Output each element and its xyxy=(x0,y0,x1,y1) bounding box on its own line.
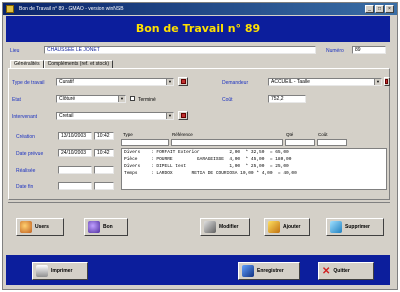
bon-button[interactable]: Bon xyxy=(84,218,128,236)
intervenant-value: Cretail xyxy=(59,113,74,119)
creation-date-field[interactable]: 13/10/2003 xyxy=(58,132,92,140)
quitter-button-label: Quitter xyxy=(333,268,350,274)
intervenant-lookup-button[interactable] xyxy=(178,111,188,120)
realisee-time-field[interactable] xyxy=(94,166,114,174)
users-button[interactable]: Users xyxy=(16,218,64,236)
column-header-reference: Référence xyxy=(172,132,193,137)
fin-time-field[interactable] xyxy=(94,182,114,190)
app-icon xyxy=(6,5,14,13)
lieu-field[interactable]: CHAUSSEE LE JONET xyxy=(44,46,316,54)
fin-label: Date fin xyxy=(16,184,34,190)
window-controls: _ □ × xyxy=(365,5,394,13)
table-row[interactable]: Pièce : POURRE GARAGEISSE 4,00 * 45,00 =… xyxy=(122,156,386,163)
lookup-icon xyxy=(181,79,186,84)
lookup-icon xyxy=(385,79,388,84)
table-row[interactable]: Divers : DIPELL test 1,00 * 25,00 = 25,0… xyxy=(122,163,386,170)
numero-label: Numéro xyxy=(326,48,344,54)
bon-icon xyxy=(88,221,100,233)
demandeur-label: Demandeur xyxy=(222,80,249,86)
filter-type-input[interactable] xyxy=(121,139,169,146)
close-button[interactable]: × xyxy=(385,5,394,13)
imprimer-button[interactable]: Imprimer xyxy=(32,262,88,280)
bon-button-label: Bon xyxy=(103,224,113,230)
page-banner: Bon de Travail n° 89 xyxy=(6,16,390,42)
fin-date-field[interactable] xyxy=(58,182,92,190)
title-bar: Bon de Travail n° 89 - GMAO - version wi… xyxy=(3,3,397,15)
divider xyxy=(8,202,390,203)
demandeur-lookup-button[interactable] xyxy=(384,77,390,86)
modifier-button-label: Modifier xyxy=(219,224,239,230)
intervenant-select[interactable]: Cretail ▼ xyxy=(56,112,174,120)
column-header-cout: Coût xyxy=(318,132,328,137)
demandeur-value: ACCUEIL - Taalle xyxy=(271,79,310,85)
etat-value: Clôturé xyxy=(59,96,76,102)
ajouter-button-label: Ajouter xyxy=(283,224,301,230)
chevron-down-icon[interactable]: ▼ xyxy=(166,79,173,85)
prevue-label: Date prévue xyxy=(16,151,44,157)
tab-generalites[interactable]: Généralités xyxy=(10,60,44,68)
demandeur-select[interactable]: ACCUEIL - Taalle ▼ xyxy=(268,78,382,86)
lookup-icon xyxy=(181,113,186,118)
users-button-label: Users xyxy=(35,224,49,230)
type-label: Type de travail xyxy=(12,80,45,86)
window-title: Bon de Travail n° 89 - GMAO - version wi… xyxy=(19,6,124,12)
printer-icon xyxy=(36,265,48,277)
quitter-button[interactable]: ✕ Quitter xyxy=(318,262,374,280)
filter-qte-input[interactable] xyxy=(285,139,315,146)
cout-field[interactable]: 752,2 xyxy=(268,95,306,103)
creation-time-field[interactable]: 10:42 xyxy=(94,132,114,140)
realisee-date-field[interactable] xyxy=(58,166,92,174)
etat-label: Etat xyxy=(12,97,21,103)
minimize-button[interactable]: _ xyxy=(365,5,374,13)
enregistrer-button-label: Enregistrer xyxy=(257,268,284,274)
chevron-down-icon[interactable]: ▼ xyxy=(166,113,173,119)
table-row[interactable]: Temps : LARDOX RETIA DE COURIOSA 10,00 *… xyxy=(122,170,386,177)
prevue-time-field[interactable]: 10:42 xyxy=(94,149,114,157)
save-icon xyxy=(242,265,254,277)
prevue-date-field[interactable]: 24/10/2003 xyxy=(58,149,92,157)
delete-icon xyxy=(330,221,342,233)
column-header-type: Type xyxy=(123,132,133,137)
creation-label: Création xyxy=(16,134,35,140)
type-select[interactable]: Curatif ▼ xyxy=(56,78,174,86)
imprimer-button-label: Imprimer xyxy=(51,268,73,274)
filter-reference-input[interactable] xyxy=(171,139,283,146)
edit-icon xyxy=(204,221,216,233)
etat-select[interactable]: Clôturé ▼ xyxy=(56,95,126,103)
lieu-label: Lieu xyxy=(10,48,20,54)
cout-label: Coût xyxy=(222,97,233,103)
supprimer-button[interactable]: Supprimer xyxy=(326,218,384,236)
type-value: Curatif xyxy=(59,79,74,85)
ajouter-button[interactable]: Ajouter xyxy=(264,218,310,236)
realisee-label: Réalisée xyxy=(16,168,36,174)
lines-grid[interactable]: Divers : FORFAIT Exterior 2,00 * 32,50 =… xyxy=(121,148,387,190)
supprimer-button-label: Supprimer xyxy=(345,224,371,230)
tab-complements[interactable]: Compléments (ref. et stock) xyxy=(43,60,113,68)
type-lookup-button[interactable] xyxy=(178,77,188,86)
enregistrer-button[interactable]: Enregistrer xyxy=(238,262,300,280)
modifier-button[interactable]: Modifier xyxy=(200,218,250,236)
close-icon: ✕ xyxy=(322,265,331,277)
users-icon xyxy=(20,221,32,233)
termine-checkbox[interactable] xyxy=(130,96,135,101)
add-icon xyxy=(268,221,280,233)
bottom-bar: Imprimer Enregistrer ✕ Quitter xyxy=(6,255,390,285)
intervenant-label: Intervenant xyxy=(12,114,38,120)
chevron-down-icon[interactable]: ▼ xyxy=(374,79,381,85)
termine-label: Terminé xyxy=(138,97,156,103)
maximize-button[interactable]: □ xyxy=(375,5,384,13)
chevron-down-icon[interactable]: ▼ xyxy=(118,96,125,102)
tab-bar: Généralités Compléments (ref. et stock) xyxy=(10,60,113,68)
column-header-qte: Qté xyxy=(286,132,294,137)
table-row[interactable]: Divers : FORFAIT Exterior 2,00 * 32,50 =… xyxy=(122,149,386,156)
filter-cout-input[interactable] xyxy=(317,139,347,146)
numero-field[interactable]: 89 xyxy=(352,46,386,54)
